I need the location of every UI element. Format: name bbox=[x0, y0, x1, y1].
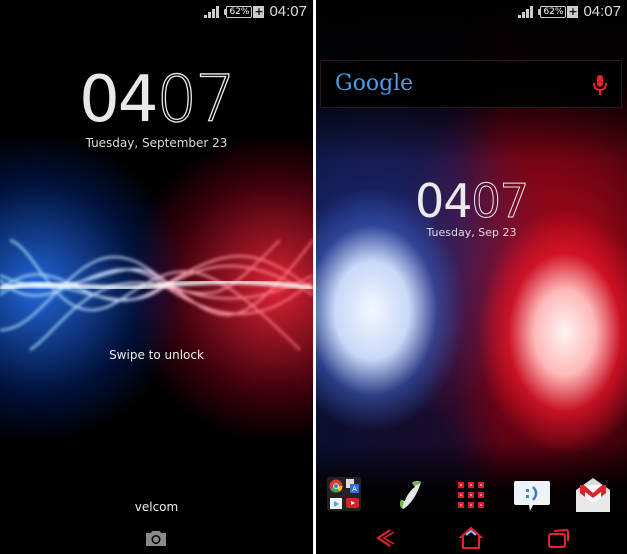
dock: A bbox=[316, 476, 627, 516]
swipe-to-unlock[interactable]: Swipe to unlock bbox=[0, 348, 313, 362]
messaging-icon bbox=[514, 481, 550, 511]
signal-icon bbox=[518, 5, 534, 18]
phone-app[interactable] bbox=[391, 476, 429, 514]
google-search-bar[interactable]: Google bbox=[320, 60, 622, 108]
status-bar: 62% + 04:07 bbox=[0, 0, 313, 24]
app-folder[interactable]: A bbox=[327, 477, 361, 511]
google-logo[interactable]: Google bbox=[335, 71, 413, 96]
app-drawer-button[interactable] bbox=[452, 476, 490, 514]
recents-icon[interactable] bbox=[546, 526, 572, 550]
charging-icon: + bbox=[567, 4, 579, 18]
clock-minutes: 07 bbox=[156, 63, 237, 137]
lock-screen: 62% + 04:07 0407 Tuesday, September 23 S… bbox=[0, 0, 313, 554]
status-bar: 62% + 04:07 bbox=[316, 0, 627, 24]
phone-icon bbox=[399, 481, 421, 509]
app-grid-icon bbox=[458, 482, 484, 508]
home-screen: 62% + 04:07 Google 0407 Tuesday, Sep 23 bbox=[316, 0, 627, 554]
navigation-bar bbox=[316, 522, 627, 554]
lock-date: Tuesday, September 23 bbox=[85, 136, 228, 150]
chrome-icon bbox=[329, 479, 343, 493]
camera-icon[interactable] bbox=[145, 529, 167, 547]
charging-icon: + bbox=[253, 4, 265, 18]
translate-icon: A bbox=[346, 479, 359, 493]
messaging-app[interactable] bbox=[513, 476, 551, 514]
gmail-icon bbox=[576, 478, 610, 512]
carrier-name: velcom bbox=[134, 500, 179, 514]
clock-hours: 04 bbox=[79, 63, 158, 137]
signal-icon bbox=[204, 5, 220, 18]
play-store-icon bbox=[330, 498, 342, 509]
battery-icon: 62% + bbox=[538, 4, 579, 18]
clock-widget[interactable]: 0407 bbox=[316, 174, 627, 228]
lock-clock: 0407 bbox=[0, 63, 313, 137]
status-time: 04:07 bbox=[583, 3, 621, 20]
clock-hours: 04 bbox=[414, 174, 473, 228]
battery-icon: 62% + bbox=[224, 4, 265, 18]
gmail-app[interactable] bbox=[574, 476, 612, 514]
youtube-icon bbox=[346, 498, 359, 508]
svg-text:A: A bbox=[352, 486, 357, 493]
home-icon[interactable] bbox=[458, 526, 484, 550]
battery-level: 62% bbox=[540, 5, 567, 18]
battery-level: 62% bbox=[226, 5, 253, 18]
mic-icon[interactable] bbox=[591, 73, 609, 97]
clock-minutes: 07 bbox=[471, 174, 530, 228]
status-time: 04:07 bbox=[269, 3, 307, 20]
clock-date: Tuesday, Sep 23 bbox=[426, 226, 517, 239]
back-icon[interactable] bbox=[372, 526, 398, 550]
